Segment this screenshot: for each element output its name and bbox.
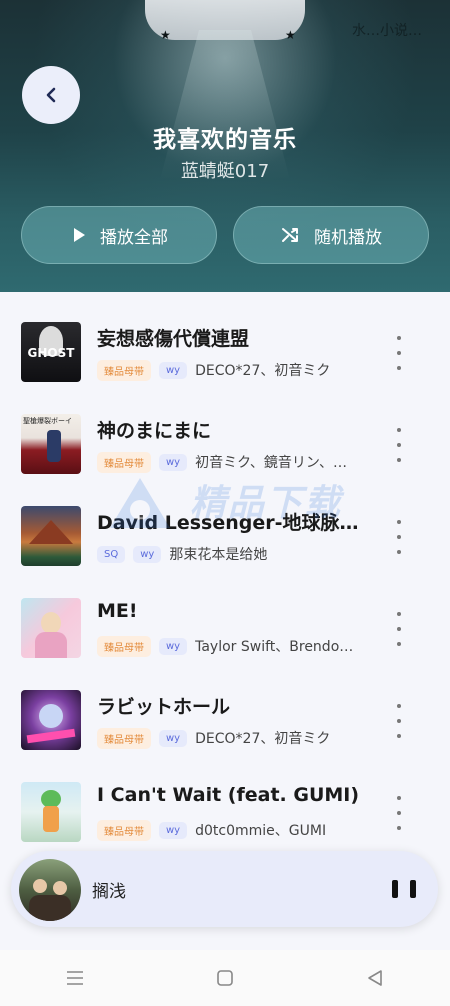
more-options-icon[interactable] (389, 612, 409, 646)
song-meta: SQ wy 那束花本是给她 (97, 543, 372, 565)
song-row[interactable]: 聖槍爆裂ボーイ 神のまにまに 臻品母带 wy 初音ミク、鏡音リン、… (0, 384, 450, 474)
chevron-left-icon (46, 87, 56, 103)
system-nav-bar (0, 950, 450, 1006)
album-cover: 聖槍爆裂ボーイ (21, 414, 81, 474)
back-triangle-icon (368, 970, 382, 986)
mini-player[interactable]: 搁浅 (11, 851, 438, 927)
song-meta: 臻品母带 wy DECO*27、初音ミク (97, 727, 372, 749)
source-badge: wy (159, 729, 188, 747)
play-icon (74, 228, 85, 242)
play-all-label: 播放全部 (100, 227, 168, 248)
quality-badge: 臻品母带 (97, 635, 151, 657)
home-nav-button[interactable] (205, 969, 245, 987)
song-title: ME! (97, 600, 138, 622)
song-artist: 那束花本是给她 (169, 547, 268, 563)
source-badge: wy (159, 821, 188, 839)
pause-button[interactable] (392, 876, 416, 902)
back-button[interactable] (22, 66, 80, 124)
star-decoration: ★ (285, 28, 296, 42)
shuffle-label: 随机播放 (314, 227, 382, 248)
song-row[interactable]: ME! 臻品母带 wy Taylor Swift、Brendo… (0, 568, 450, 658)
quality-badge: SQ (97, 545, 126, 563)
menu-icon (67, 971, 83, 985)
player-cover (19, 859, 81, 921)
pause-icon (392, 880, 398, 898)
source-badge: wy (159, 361, 188, 379)
song-row[interactable]: ラビットホール 臻品母带 wy DECO*27、初音ミク (0, 660, 450, 750)
quality-badge: 臻品母带 (97, 727, 151, 749)
quality-badge: 臻品母带 (97, 359, 151, 381)
player-song-title: 搁浅 (92, 882, 126, 902)
song-meta: 臻品母带 wy DECO*27、初音ミク (97, 359, 372, 381)
song-meta: 臻品母带 wy d0tc0mmie、GUMI (97, 819, 372, 841)
song-artist: DECO*27、初音ミク (195, 363, 331, 379)
overlay-text: 水…小说… (352, 23, 422, 39)
quality-badge: 臻品母带 (97, 451, 151, 473)
song-row[interactable]: David Lessenger-地球脉动… SQ wy 那束花本是给她 (0, 476, 450, 566)
song-row[interactable]: GHOST 妄想感傷代償連盟 臻品母带 wy DECO*27、初音ミク (0, 292, 450, 382)
song-row[interactable]: I Can't Wait (feat. GUMI) 臻品母带 wy d0tc0m… (0, 752, 450, 842)
playlist-owner: 蓝蜻蜓017 (180, 161, 270, 182)
source-badge: wy (133, 545, 162, 563)
song-title: 神のまにまに (97, 420, 212, 442)
song-artist: d0tc0mmie、GUMI (195, 823, 327, 839)
menu-nav-button[interactable] (55, 970, 95, 986)
album-cover (21, 782, 81, 842)
song-meta: 臻品母带 wy 初音ミク、鏡音リン、… (97, 451, 372, 473)
song-title: ラビットホール (97, 696, 231, 718)
more-options-icon[interactable] (389, 796, 409, 830)
more-options-icon[interactable] (389, 336, 409, 370)
album-cover (21, 598, 81, 658)
play-all-button[interactable]: 播放全部 (21, 206, 217, 264)
quality-badge: 臻品母带 (97, 819, 151, 841)
shuffle-icon (282, 228, 298, 242)
back-nav-button[interactable] (355, 969, 395, 987)
song-artist: 初音ミク、鏡音リン、… (195, 455, 348, 471)
cover-text: GHOST (27, 346, 75, 360)
star-decoration: ★ (160, 28, 171, 42)
album-cover: GHOST (21, 322, 81, 382)
more-options-icon[interactable] (389, 520, 409, 554)
playlist-header: ★ ★ 水…小说… 我喜欢的音乐 蓝蜻蜓017 播放全部 随机播放 (0, 0, 450, 292)
song-artist: Taylor Swift、Brendo… (195, 639, 354, 655)
more-options-icon[interactable] (389, 428, 409, 462)
song-artist: DECO*27、初音ミク (195, 731, 331, 747)
home-square-icon (217, 970, 233, 986)
song-title: 妄想感傷代償連盟 (97, 328, 250, 350)
song-title: David Lessenger-地球脉动… (97, 512, 367, 534)
more-options-icon[interactable] (389, 704, 409, 738)
album-cover (21, 690, 81, 750)
shuffle-button[interactable]: 随机播放 (233, 206, 429, 264)
song-meta: 臻品母带 wy Taylor Swift、Brendo… (97, 635, 372, 657)
source-badge: wy (159, 637, 188, 655)
song-title: I Can't Wait (feat. GUMI) (97, 784, 360, 806)
album-cover (21, 506, 81, 566)
source-badge: wy (159, 453, 188, 471)
playlist-title: 我喜欢的音乐 (153, 127, 297, 153)
cover-text: 聖槍爆裂ボーイ (23, 417, 72, 425)
